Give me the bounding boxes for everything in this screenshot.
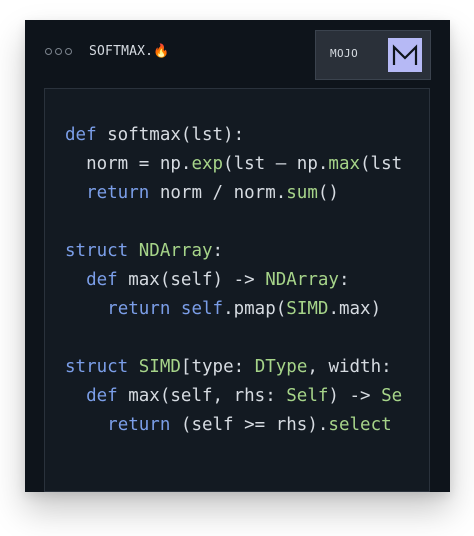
- code-token-name: ) ->: [328, 386, 382, 406]
- code-token-name: [128, 241, 139, 261]
- code-token-name: [type:: [180, 357, 255, 377]
- code-token-type: DType: [254, 357, 308, 377]
- code-line: return self.pmap(SIMD.max): [65, 295, 402, 324]
- code-token-keyword: def: [65, 125, 97, 145]
- code-token-name: max(self, rhs:: [117, 386, 287, 406]
- code-line: struct NDArray:: [65, 237, 402, 266]
- code-token-type: SIMD: [286, 299, 329, 319]
- code-token-name: .max): [328, 299, 382, 319]
- code-token-name: (lst – np.: [223, 154, 329, 174]
- code-token-name: [170, 299, 181, 319]
- code-token-type: SIMD: [138, 357, 181, 377]
- code-token-builtin: exp: [191, 154, 224, 174]
- code-token-keyword: return: [107, 415, 171, 435]
- code-token-name: [65, 183, 86, 203]
- window-controls: [45, 48, 72, 55]
- code-token-type: NDArray: [265, 270, 339, 290]
- code-token-name: [65, 386, 86, 406]
- code-token-name: .pmap(: [223, 299, 287, 319]
- code-line: struct SIMD[type: DType, width:: [65, 353, 402, 382]
- code-line: return norm / norm.sum(): [65, 179, 402, 208]
- code-token-name: :: [212, 241, 224, 261]
- code-token-type: Self: [286, 386, 329, 406]
- code-token-builtin: sum: [286, 183, 318, 203]
- code-token-keyword: return: [86, 183, 150, 203]
- code-token-builtin: select: [328, 415, 392, 435]
- code-line: norm = np.exp(lst – np.max(lst: [65, 150, 402, 179]
- code-token-name: :: [338, 270, 350, 290]
- code-token-name: [65, 299, 107, 319]
- code-token-name: max(self) ->: [117, 270, 266, 290]
- code-token-name: (): [317, 183, 339, 203]
- code-token-name: , width:: [307, 357, 403, 377]
- code-token-name: [65, 415, 107, 435]
- code-token-keyword: return: [107, 299, 171, 319]
- code-line: def softmax(lst):: [65, 121, 402, 150]
- mojo-logo-icon: [388, 38, 422, 72]
- window-dot-icon[interactable]: [55, 48, 62, 55]
- code-token-type: NDArray: [138, 241, 213, 261]
- code-editor[interactable]: def softmax(lst): norm = np.exp(lst – np…: [44, 88, 430, 492]
- code-line: def max(self, rhs: Self) -> Se: [65, 382, 402, 411]
- code-token-builtin: max: [328, 154, 361, 174]
- language-label: MOJO: [330, 47, 359, 60]
- window-dot-icon[interactable]: [65, 48, 72, 55]
- code-token-name: [128, 357, 139, 377]
- language-badge: MOJO: [315, 30, 431, 80]
- code-token-keyword: def: [86, 386, 118, 406]
- code-token-keyword: self: [180, 299, 224, 319]
- code-window: SOFTMAX.🔥 MOJO def softmax(lst): norm = …: [25, 20, 450, 492]
- code-token-name: (self >= rhs).: [170, 415, 329, 435]
- code-token-name: norm / norm.: [149, 183, 287, 203]
- code-token-keyword: struct: [65, 241, 129, 261]
- code-token-name: [65, 270, 86, 290]
- code-token-keyword: def: [86, 270, 118, 290]
- code-line: return (self >= rhs).select: [65, 411, 402, 440]
- window-dot-icon[interactable]: [45, 48, 52, 55]
- code-block: def softmax(lst): norm = np.exp(lst – np…: [65, 121, 402, 440]
- code-token-keyword: struct: [65, 357, 129, 377]
- file-name-tab[interactable]: SOFTMAX.🔥: [89, 43, 170, 61]
- title-bar: SOFTMAX.🔥 MOJO: [25, 20, 450, 88]
- code-token-name: norm = np.: [65, 154, 192, 174]
- code-token-name: softmax(lst):: [96, 125, 245, 145]
- code-token-name: (lst: [360, 154, 403, 174]
- code-token-type: Se: [381, 386, 403, 406]
- code-line: def max(self) -> NDArray:: [65, 266, 402, 295]
- mojo-m-glyph: [392, 44, 418, 65]
